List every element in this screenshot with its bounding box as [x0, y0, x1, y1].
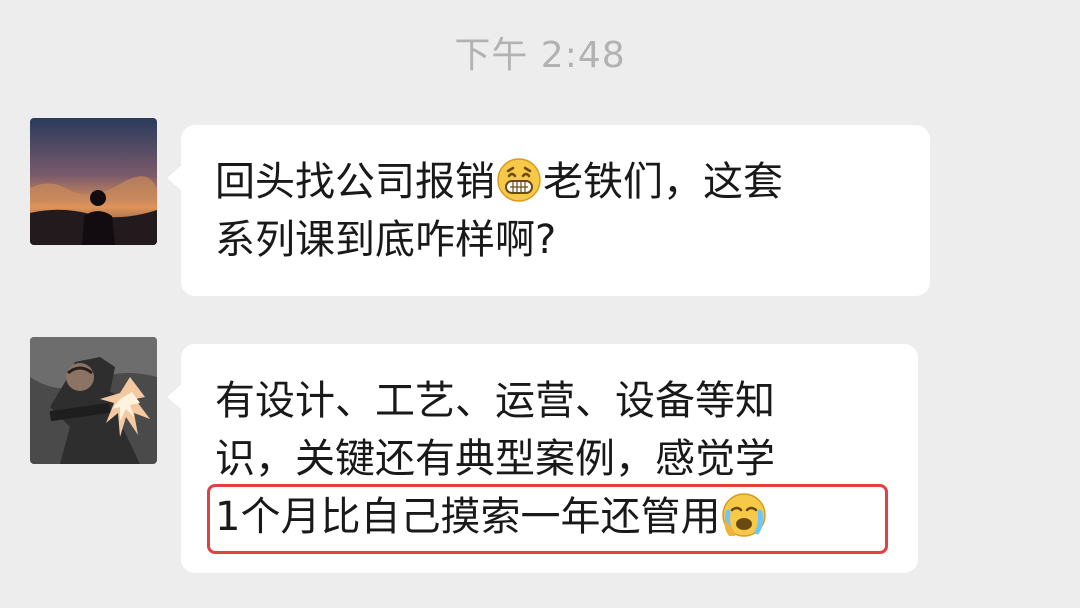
- message-bubble[interactable]: 回头找公司报销 老铁们，这套 系列课到底咋样啊?: [167, 125, 930, 296]
- message-line: 系列课到底咋样啊?: [215, 217, 557, 263]
- message-line: 有设计、工艺、运营、设备等知: [215, 378, 775, 424]
- message-line: 回头找公司报销 老铁们，这套: [215, 153, 900, 211]
- sunset-silhouette-avatar: [30, 118, 157, 245]
- message-text: 1个月比自己摸索一年还管用: [215, 494, 721, 540]
- sender-avatar[interactable]: [30, 337, 157, 464]
- message-line: 识，关键还有典型案例，感觉学: [215, 436, 775, 482]
- message-text: 老铁们，这套: [543, 159, 783, 205]
- game-character-avatar: [30, 337, 157, 464]
- grinning-face-emoji-icon: [496, 157, 542, 203]
- sender-avatar[interactable]: [30, 118, 157, 245]
- crying-face-emoji-icon: [721, 492, 767, 538]
- chat-window: 下午 2:48 回头找公司报销 老铁们，这套 系列课到底咋样啊? 有设计、工艺、…: [0, 0, 1080, 608]
- message-timestamp: 下午 2:48: [454, 35, 626, 76]
- message-line: 1个月比自己摸索一年还管用: [215, 488, 888, 546]
- message-text: 回头找公司报销: [215, 159, 495, 205]
- message-bubble[interactable]: 有设计、工艺、运营、设备等知 识，关键还有典型案例，感觉学 1个月比自己摸索一年…: [167, 344, 918, 573]
